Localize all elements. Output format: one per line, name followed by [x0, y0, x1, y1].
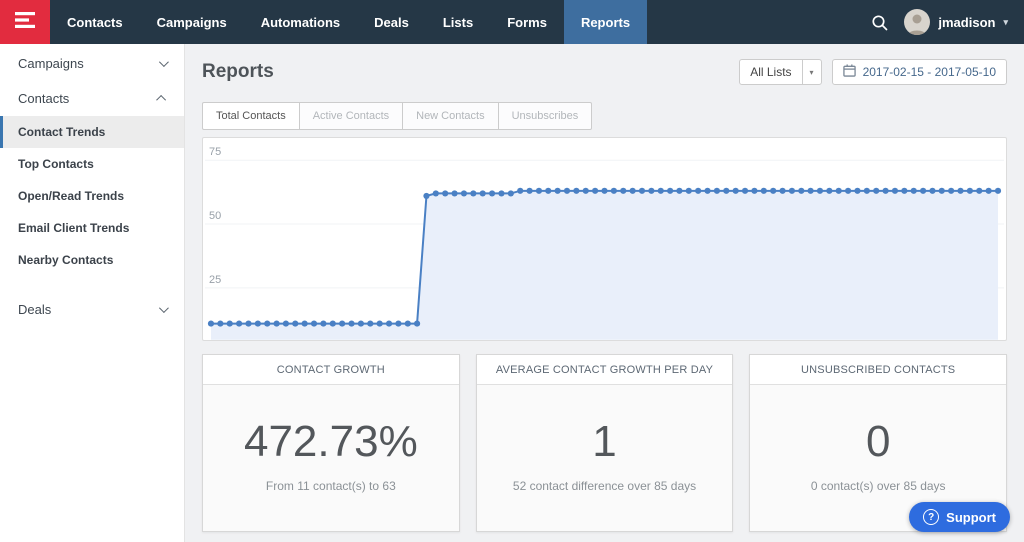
- content-area: Reports All Lists ▾ 2017-02-15 - 2017-05…: [185, 44, 1024, 542]
- top-navbar: ContactsCampaignsAutomationsDealsListsFo…: [0, 0, 1024, 44]
- stat-card-title: UNSUBSCRIBED CONTACTS: [750, 355, 1006, 385]
- support-button[interactable]: ? Support: [909, 502, 1010, 532]
- content-header: Reports All Lists ▾ 2017-02-15 - 2017-05…: [202, 58, 1007, 86]
- sidebar: Campaigns Contacts Contact TrendsTop Conta…: [0, 44, 185, 542]
- svg-text:50: 50: [209, 210, 221, 222]
- user-menu[interactable]: jmadison ▾: [904, 9, 1008, 35]
- chevron-down-icon: [159, 303, 169, 313]
- stat-card-title: CONTACT GROWTH: [203, 355, 459, 385]
- chevron-down-icon: ▾: [1003, 17, 1008, 28]
- nav-item-campaigns[interactable]: Campaigns: [140, 0, 244, 44]
- stat-cards-row: CONTACT GROWTH 472.73% From 11 contact(s) …: [202, 354, 1007, 532]
- app-logo[interactable]: [0, 0, 50, 44]
- tab-new-contacts[interactable]: New Contacts: [402, 102, 498, 130]
- navbar-right: jmadison ▾: [871, 0, 1024, 44]
- date-range-picker[interactable]: 2017-02-15 - 2017-05-10: [832, 59, 1007, 85]
- stat-card-value: 0: [866, 417, 890, 467]
- logo-icon: [14, 11, 36, 34]
- sidebar-section-contacts[interactable]: Contacts: [0, 81, 184, 116]
- report-tabs: Total ContactsActive ContactsNew Contact…: [202, 102, 1007, 130]
- nav-item-automations[interactable]: Automations: [244, 0, 357, 44]
- sidebar-section-campaigns[interactable]: Campaigns: [0, 46, 184, 81]
- stat-card-caption: From 11 contact(s) to 63: [266, 479, 396, 493]
- list-filter-select[interactable]: All Lists ▾: [739, 59, 821, 85]
- support-label: Support: [946, 510, 996, 525]
- sidebar-item-email-client-trends[interactable]: Email Client Trends: [0, 212, 184, 244]
- nav-item-reports[interactable]: Reports: [564, 0, 647, 44]
- username: jmadison: [938, 15, 995, 30]
- sidebar-item-nearby-contacts[interactable]: Nearby Contacts: [0, 244, 184, 276]
- main-nav: ContactsCampaignsAutomationsDealsListsFo…: [50, 0, 647, 44]
- list-filter-value: All Lists: [740, 65, 801, 79]
- stat-card-caption: 0 contact(s) over 85 days: [811, 479, 946, 493]
- svg-text:75: 75: [209, 146, 221, 158]
- page-title: Reports: [202, 61, 274, 83]
- stat-card-caption: 52 contact difference over 85 days: [513, 479, 696, 493]
- stat-card-average-contact-growth-per-day: AVERAGE CONTACT GROWTH PER DAY 1 52 contac…: [476, 354, 734, 532]
- svg-text:25: 25: [209, 274, 221, 286]
- nav-item-deals[interactable]: Deals: [357, 0, 426, 44]
- stat-card-title: AVERAGE CONTACT GROWTH PER DAY: [477, 355, 733, 385]
- sidebar-section-label: Contacts: [18, 91, 69, 106]
- search-icon[interactable]: [871, 14, 888, 31]
- stat-card-value: 1: [592, 417, 616, 467]
- avatar: [904, 9, 930, 35]
- sidebar-item-contact-trends[interactable]: Contact Trends: [0, 116, 184, 148]
- sidebar-item-top-contacts[interactable]: Top Contacts: [0, 148, 184, 180]
- date-range-value: 2017-02-15 - 2017-05-10: [863, 65, 996, 79]
- tab-total-contacts[interactable]: Total Contacts: [202, 102, 300, 130]
- stat-card-contact-growth: CONTACT GROWTH 472.73% From 11 contact(s) …: [202, 354, 460, 532]
- chevron-down-icon: ▾: [802, 60, 821, 84]
- sidebar-section-deals[interactable]: Deals: [0, 292, 184, 327]
- calendar-icon: [843, 64, 856, 80]
- nav-item-lists[interactable]: Lists: [426, 0, 490, 44]
- stat-card-value: 472.73%: [244, 417, 418, 467]
- question-icon: ?: [923, 509, 939, 525]
- main-layout: Campaigns Contacts Contact TrendsTop Conta…: [0, 44, 1024, 542]
- nav-item-contacts[interactable]: Contacts: [50, 0, 140, 44]
- chevron-down-icon: [159, 57, 169, 67]
- tab-active-contacts[interactable]: Active Contacts: [299, 102, 403, 130]
- sidebar-section-label: Deals: [18, 302, 51, 317]
- sidebar-item-open-read-trends[interactable]: Open/Read Trends: [0, 180, 184, 212]
- tab-unsubscribes[interactable]: Unsubscribes: [498, 102, 593, 130]
- nav-item-forms[interactable]: Forms: [490, 0, 564, 44]
- header-controls: All Lists ▾ 2017-02-15 - 2017-05-10: [739, 59, 1007, 85]
- trend-line-chart: 75 50 25: [203, 138, 1006, 340]
- contacts-trend-chart: 75 50 25: [202, 137, 1007, 341]
- sidebar-section-label: Campaigns: [18, 56, 84, 71]
- chevron-up-icon: [156, 95, 166, 105]
